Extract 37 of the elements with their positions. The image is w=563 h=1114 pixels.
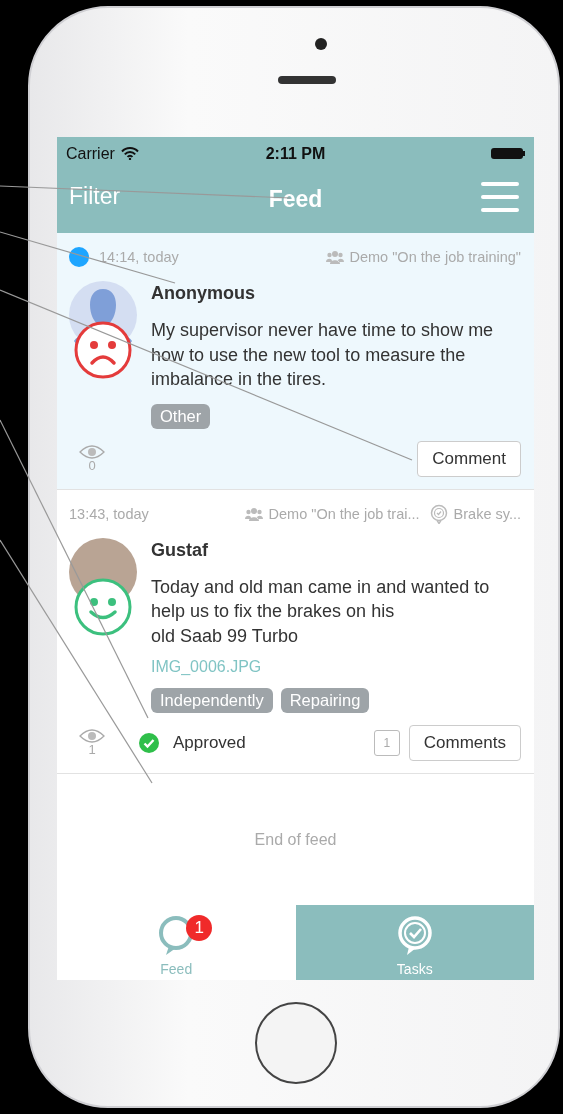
group-name: Demo "On the job trai... <box>268 505 420 522</box>
post-text: Today and old man came in and wanted to help us to fix the brakes on his old Saab 99 Turbo <box>151 575 491 648</box>
post-time: 14:14, today <box>99 249 179 265</box>
sad-face-icon <box>74 321 132 379</box>
view-count: 1 <box>88 743 96 757</box>
topic-name: Brake sy... <box>453 505 521 522</box>
check-circle-icon <box>139 733 159 753</box>
view-count: 0 <box>88 458 96 473</box>
status-label: Approved <box>173 733 246 753</box>
tab-item[interactable]: Tasks <box>295 905 534 980</box>
group-name: Demo "On the job training" <box>349 249 521 265</box>
eye-icon <box>79 729 105 743</box>
nav-title: Feed <box>268 186 323 213</box>
smiley-face-icon <box>74 577 132 636</box>
camera-icon <box>315 38 327 50</box>
tag-label: Repairing <box>280 688 370 713</box>
badge-check-icon <box>429 503 448 524</box>
end-of-feed-label: End of feed <box>254 830 337 849</box>
notification-badge: 1 <box>186 915 213 941</box>
post-time: 13:43, today <box>69 505 149 522</box>
battery-icon <box>491 148 525 159</box>
filter-button[interactable]: Filter <box>69 183 121 210</box>
speaker-grille <box>278 76 336 84</box>
tag-label: Other <box>151 403 211 429</box>
tag-label: Independently <box>151 688 273 713</box>
carrier-label: Carrier <box>66 144 115 163</box>
wifi-icon <box>120 147 139 160</box>
comment-button[interactable]: Comments <box>408 725 521 761</box>
eye-icon <box>79 444 105 459</box>
status-time: 2:11 PM <box>265 144 326 163</box>
author-name: Anonymous <box>151 283 255 304</box>
comment-count-bubble: 1 <box>373 730 400 756</box>
group-icon <box>325 250 344 264</box>
group-icon <box>244 506 263 521</box>
author-name: Gustaf <box>151 539 208 561</box>
post-text: My supervisor never have time to show me how to use the new tool to measure the imbalance in the tires. <box>151 319 495 391</box>
comment-button[interactable]: Comment <box>417 440 521 477</box>
